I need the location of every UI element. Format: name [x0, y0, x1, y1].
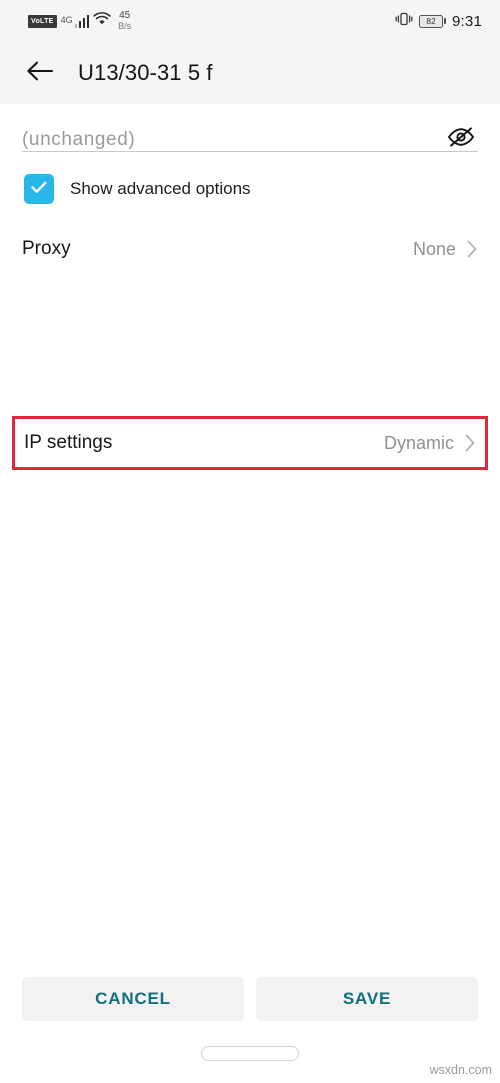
status-bar: VoLTE 4G 45 B/s 82 9:31 [0, 0, 500, 42]
save-button[interactable]: SAVE [256, 977, 478, 1021]
password-visibility-toggle[interactable] [444, 125, 478, 155]
proxy-label: Proxy [22, 238, 71, 259]
show-advanced-options-checkbox[interactable] [24, 174, 54, 204]
home-indicator[interactable] [201, 1046, 299, 1061]
data-rate-value: 45 [119, 10, 131, 21]
proxy-value: None [412, 238, 456, 259]
action-button-bar: CANCEL SAVE [0, 977, 500, 1021]
wifi-icon [93, 11, 111, 31]
chevron-right-icon [464, 433, 476, 453]
show-advanced-options-row[interactable]: Show advanced options [24, 174, 500, 204]
battery-icon: 82 [419, 14, 446, 28]
data-rate-indicator: 45 B/s [118, 11, 131, 31]
show-advanced-options-label: Show advanced options [70, 179, 251, 198]
ip-settings-label: IP settings [24, 432, 113, 453]
status-bar-clock: 9:31 [452, 12, 482, 30]
settings-row-ip-settings[interactable]: IP settings Dynamic [12, 416, 488, 470]
volte-badge-icon: VoLTE [28, 14, 57, 28]
eye-slash-icon [446, 125, 476, 154]
back-button[interactable] [22, 55, 58, 91]
cancel-button[interactable]: CANCEL [22, 977, 244, 1021]
ip-settings-value: Dynamic [383, 432, 454, 453]
data-rate-unit: B/s [118, 21, 132, 31]
chevron-right-icon [466, 239, 478, 259]
watermark: wsxdn.com [429, 1063, 492, 1077]
settings-content: (unchanged) Show advanced options Proxy [0, 104, 500, 1083]
checkmark-icon [29, 179, 49, 200]
signal-bars-icon [74, 14, 90, 28]
password-input[interactable]: (unchanged) [22, 129, 135, 151]
proxy-value-wrap: None [413, 239, 478, 260]
back-arrow-icon [25, 59, 55, 88]
battery-level: 82 [419, 14, 443, 28]
ip-settings-value-wrap: Dynamic [384, 433, 476, 454]
status-bar-left: VoLTE 4G 45 B/s [28, 11, 131, 31]
settings-row-proxy[interactable]: Proxy None [22, 222, 478, 276]
app-bar: U13/30-31 5 f [0, 42, 500, 104]
page-title: U13/30-31 5 f [78, 60, 213, 85]
vibrate-icon [395, 11, 413, 32]
status-bar-right: 82 9:31 [395, 11, 482, 32]
network-type-label: 4G [60, 15, 73, 25]
password-field-row[interactable]: (unchanged) [22, 104, 478, 152]
